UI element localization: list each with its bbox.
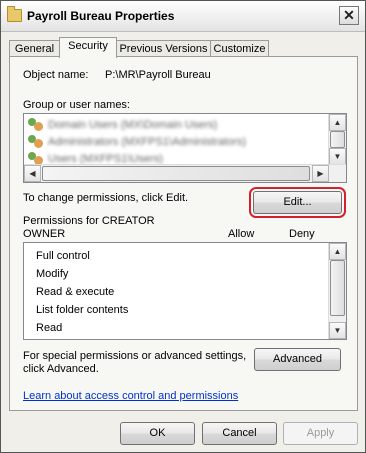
folder-icon	[7, 6, 22, 22]
advanced-button[interactable]: Advanced	[254, 348, 341, 371]
permission-row: Full control	[36, 250, 90, 262]
permission-row: List folder contents	[36, 304, 129, 316]
user-list[interactable]: Domain Users (MX\Domain Users) Administr…	[23, 113, 347, 183]
tab-general[interactable]: General	[9, 40, 60, 57]
permissions-for-owner-label: OWNER	[23, 228, 66, 240]
scroll-left-icon[interactable]: ◀	[24, 165, 41, 182]
scroll-down-icon[interactable]: ▼	[329, 322, 346, 339]
permissions-scrollbar[interactable]: ▲ ▼	[328, 243, 346, 339]
horizontal-scroll-thumb[interactable]	[42, 166, 310, 181]
object-name-value: P:\MR\Payroll Bureau	[105, 69, 211, 81]
permission-row: Modify	[36, 268, 69, 280]
properties-dialog: Payroll Bureau Properties ✕ General Secu…	[0, 0, 366, 453]
edit-button-highlight	[249, 187, 346, 218]
close-button[interactable]: ✕	[339, 6, 359, 25]
ok-button[interactable]: OK	[120, 422, 195, 445]
scroll-down-icon[interactable]: ▼	[329, 148, 346, 165]
scroll-thumb[interactable]	[330, 131, 345, 148]
change-permissions-text: To change permissions, click Edit.	[23, 192, 189, 204]
apply-button[interactable]: Apply	[283, 422, 358, 445]
learn-about-access-control-link[interactable]: Learn about access control and permissio…	[23, 390, 238, 402]
user-list-horizontal-scrollbar[interactable]: ◀ ▶	[24, 164, 346, 182]
special-permissions-text: For special permissions or advanced sett…	[23, 350, 247, 362]
group-or-user-names-label: Group or user names:	[23, 99, 130, 111]
permission-row: Read	[36, 322, 63, 334]
tab-previous-versions[interactable]: Previous Versions	[116, 40, 211, 57]
title-bar: Payroll Bureau Properties ✕	[1, 1, 365, 32]
window-title: Payroll Bureau Properties	[27, 9, 175, 23]
scroll-up-icon[interactable]: ▲	[329, 114, 346, 131]
permissions-for-label: Permissions for CREATOR	[23, 215, 155, 227]
allow-column-header: Allow	[228, 228, 255, 240]
cancel-button[interactable]: Cancel	[202, 422, 277, 445]
users-group-icon	[28, 118, 44, 132]
tab-customize[interactable]: Customize	[210, 40, 269, 57]
permissions-list[interactable]: Full control Modify Read & execute List …	[23, 242, 347, 340]
scroll-up-icon[interactable]: ▲	[329, 243, 346, 260]
scroll-right-icon[interactable]: ▶	[312, 165, 329, 182]
click-advanced-text: click Advanced.	[23, 363, 99, 375]
user-list-vertical-scrollbar[interactable]: ▲ ▼	[328, 114, 346, 165]
scroll-thumb[interactable]	[330, 260, 345, 316]
tab-security[interactable]: Security	[59, 37, 117, 58]
permission-row: Read & execute	[36, 286, 115, 298]
users-group-icon	[28, 135, 44, 149]
close-icon: ✕	[343, 7, 355, 23]
object-name-label: Object name:	[23, 69, 89, 81]
deny-column-header: Deny	[289, 228, 315, 240]
